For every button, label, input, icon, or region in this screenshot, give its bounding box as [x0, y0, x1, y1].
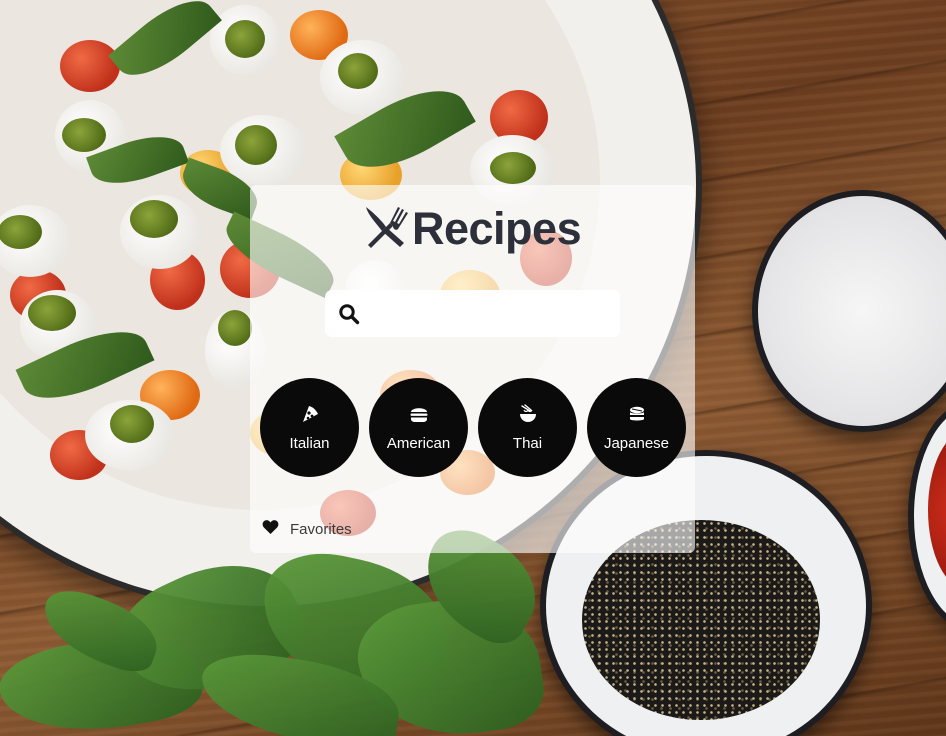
category-button-american[interactable]: American	[369, 378, 468, 477]
search-input[interactable]	[369, 298, 613, 330]
app-title: Recipes	[412, 202, 582, 254]
category-button-japanese[interactable]: Japanese	[587, 378, 686, 477]
category-list: Italian American Thai Japanese	[260, 378, 686, 477]
search-icon[interactable]	[338, 303, 360, 325]
pizza-slice-icon	[300, 404, 320, 435]
app-logo: Recipes	[360, 201, 582, 256]
fork-knife-icon	[360, 201, 410, 256]
category-label: Thai	[512, 434, 543, 452]
noodle-bowl-icon	[518, 403, 538, 435]
category-label: American	[386, 434, 451, 452]
favorites-label: Favorites	[290, 521, 352, 538]
hamburger-icon	[409, 404, 429, 435]
category-label: Italian	[289, 434, 330, 452]
sushi-icon	[627, 404, 647, 435]
recipes-card: Recipes Italian American Thai Japanese F…	[250, 185, 695, 553]
search-box[interactable]	[325, 290, 620, 337]
background-photo: Recipes Italian American Thai Japanese F…	[0, 0, 946, 736]
category-button-italian[interactable]: Italian	[260, 378, 359, 477]
category-label: Japanese	[603, 434, 670, 452]
category-button-thai[interactable]: Thai	[478, 378, 577, 477]
favorites-link[interactable]: Favorites	[262, 519, 352, 540]
heart-icon	[262, 519, 290, 540]
